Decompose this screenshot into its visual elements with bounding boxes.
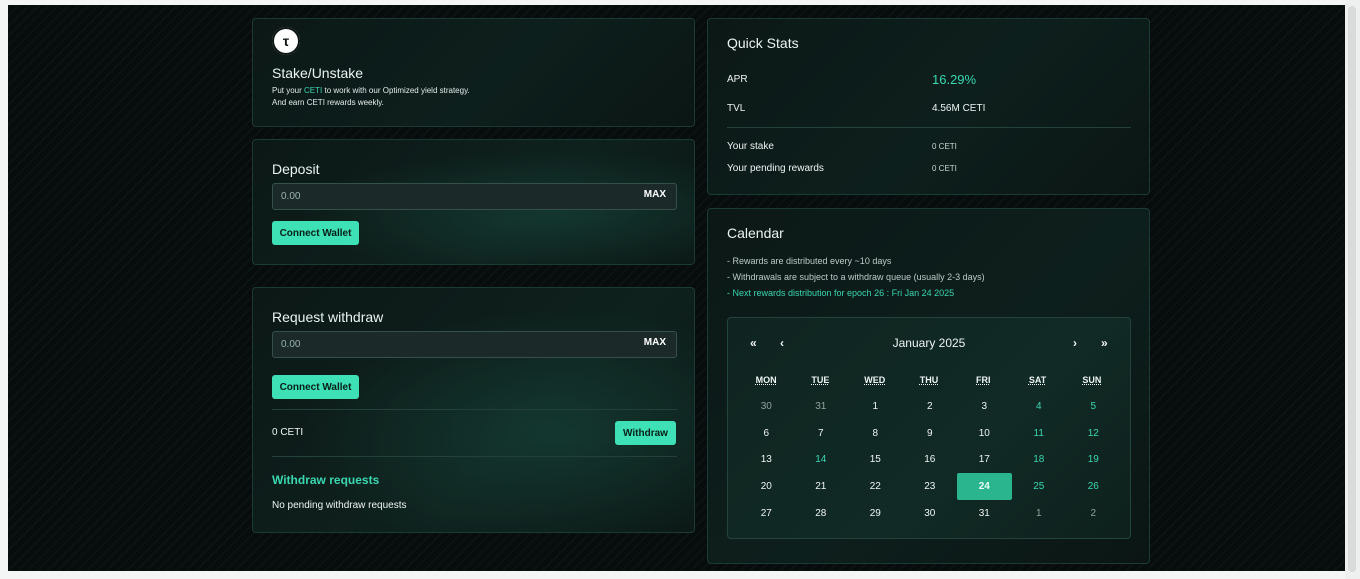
calendar-day[interactable]: 2 bbox=[1066, 500, 1121, 527]
pending-rewards-value: 0 CETI bbox=[932, 164, 957, 173]
weekday-label: THU bbox=[919, 375, 939, 385]
stake-description: Put your CETI to work with our Optimized… bbox=[272, 86, 470, 95]
weekday-label: TUE bbox=[811, 375, 830, 385]
deposit-amount-input[interactable]: 0.00 MAX bbox=[272, 183, 677, 210]
calendar-day[interactable]: 20 bbox=[739, 473, 794, 500]
tvl-label: TVL bbox=[727, 103, 746, 114]
calendar-day[interactable]: 23 bbox=[903, 473, 958, 500]
stake-description-2: And earn CETI rewards weekly. bbox=[272, 98, 384, 107]
deposit-title: Deposit bbox=[272, 161, 320, 177]
page-scrollbar[interactable] bbox=[1345, 0, 1360, 579]
calendar-day[interactable]: 12 bbox=[1066, 420, 1121, 447]
next-month-button[interactable]: › bbox=[1073, 336, 1077, 350]
calendar-day[interactable]: 22 bbox=[848, 473, 903, 500]
pending-rewards-label: Your pending rewards bbox=[727, 163, 824, 174]
calendar-info-3: - Next rewards distribution for epoch 26… bbox=[727, 288, 955, 298]
weekday-label: SUN bbox=[1082, 375, 1102, 385]
calendar-day[interactable]: 8 bbox=[848, 420, 903, 447]
withdraw-card: Request withdraw 0.00 MAX Connect Wallet… bbox=[252, 287, 695, 533]
calendar-day-selected[interactable]: 24 bbox=[957, 473, 1012, 501]
calendar-day[interactable]: 4 bbox=[1012, 393, 1067, 420]
calendar-day-grid: 30 31 1 2 3 4 5 6 7 8 9 10 11 12 13 14 15 16 17 18 19 20 21 22 2… bbox=[739, 393, 1121, 527]
withdraw-divider-1 bbox=[272, 409, 677, 410]
calendar-day[interactable]: 1 bbox=[1012, 500, 1067, 527]
calendar-day[interactable]: 7 bbox=[794, 420, 849, 447]
ceti-logo-icon: τ bbox=[272, 27, 300, 55]
withdraw-amount-input[interactable]: 0.00 MAX bbox=[272, 331, 677, 358]
calendar-day[interactable]: 16 bbox=[903, 447, 958, 474]
calendar-day[interactable]: 2 bbox=[903, 393, 958, 420]
quick-stats-title: Quick Stats bbox=[727, 35, 799, 51]
calendar-title: Calendar bbox=[727, 225, 784, 241]
calendar-info-1: - Rewards are distributed every ~10 days bbox=[727, 256, 892, 266]
calendar-day[interactable]: 13 bbox=[739, 447, 794, 474]
your-stake-value: 0 CETI bbox=[932, 142, 957, 151]
scrollbar-thumb[interactable] bbox=[1348, 6, 1356, 572]
calendar-day[interactable]: 17 bbox=[957, 447, 1012, 474]
next-year-button[interactable]: » bbox=[1101, 336, 1108, 350]
ceti-token-link[interactable]: CETI bbox=[304, 86, 322, 95]
quick-stats-card: Quick Stats APR 16.29% TVL 4.56M CETI Yo… bbox=[707, 18, 1150, 195]
withdraw-requests-empty: No pending withdraw requests bbox=[272, 500, 407, 511]
deposit-card: Deposit 0.00 MAX Connect Wallet bbox=[252, 139, 695, 265]
weekday-label: FRI bbox=[976, 375, 991, 385]
calendar-day[interactable]: 29 bbox=[848, 500, 903, 527]
withdraw-placeholder: 0.00 bbox=[281, 339, 301, 350]
deposit-placeholder: 0.00 bbox=[281, 191, 301, 202]
calendar-day[interactable]: 27 bbox=[739, 500, 794, 527]
calendar-day[interactable]: 5 bbox=[1066, 393, 1121, 420]
app-background: τ Stake/Unstake Put your CETI to work wi… bbox=[8, 5, 1345, 571]
calendar-info-2: - Withdrawals are subject to a withdraw … bbox=[727, 272, 985, 282]
withdraw-balance: 0 CETI bbox=[272, 427, 304, 438]
calendar-day[interactable]: 19 bbox=[1066, 447, 1121, 474]
calendar-day[interactable]: 28 bbox=[794, 500, 849, 527]
withdraw-requests-title: Withdraw requests bbox=[272, 473, 380, 487]
withdraw-max-button[interactable]: MAX bbox=[644, 337, 666, 348]
apr-value: 16.29% bbox=[932, 72, 977, 87]
withdraw-divider-2 bbox=[272, 456, 677, 457]
weekday-label: MON bbox=[755, 375, 777, 385]
calendar-day[interactable]: 30 bbox=[739, 393, 794, 420]
calendar-day[interactable]: 3 bbox=[957, 393, 1012, 420]
calendar-widget: « ‹ January 2025 › » MON TUE WED THU FRI… bbox=[727, 317, 1131, 539]
withdraw-connect-wallet-button[interactable]: Connect Wallet bbox=[272, 375, 359, 399]
calendar-month-label: January 2025 bbox=[892, 336, 966, 350]
calendar-day[interactable]: 26 bbox=[1066, 473, 1121, 500]
your-stake-label: Your stake bbox=[727, 141, 774, 152]
calendar-day[interactable]: 21 bbox=[794, 473, 849, 500]
apr-label: APR bbox=[727, 74, 748, 85]
stake-card: τ Stake/Unstake Put your CETI to work wi… bbox=[252, 18, 695, 127]
calendar-day[interactable]: 31 bbox=[794, 393, 849, 420]
deposit-connect-wallet-button[interactable]: Connect Wallet bbox=[272, 221, 359, 245]
calendar-day[interactable]: 14 bbox=[794, 447, 849, 474]
withdraw-title: Request withdraw bbox=[272, 309, 384, 325]
calendar-day[interactable]: 15 bbox=[848, 447, 903, 474]
calendar-day[interactable]: 31 bbox=[957, 500, 1012, 527]
calendar-day[interactable]: 18 bbox=[1012, 447, 1067, 474]
deposit-max-button[interactable]: MAX bbox=[644, 189, 666, 200]
stake-title: Stake/Unstake bbox=[272, 65, 364, 81]
calendar-day[interactable]: 10 bbox=[957, 420, 1012, 447]
calendar-day[interactable]: 1 bbox=[848, 393, 903, 420]
calendar-day[interactable]: 30 bbox=[903, 500, 958, 527]
withdraw-button[interactable]: Withdraw bbox=[615, 421, 676, 445]
calendar-card: Calendar - Rewards are distributed every… bbox=[707, 208, 1150, 564]
calendar-day[interactable]: 25 bbox=[1012, 473, 1067, 500]
weekday-label: SAT bbox=[1028, 375, 1047, 385]
weekday-label: WED bbox=[864, 375, 886, 385]
stats-divider bbox=[727, 127, 1131, 128]
tvl-value: 4.56M CETI bbox=[932, 103, 986, 114]
calendar-weekdays: MON TUE WED THU FRI SAT SUN bbox=[728, 375, 1130, 385]
calendar-day[interactable]: 11 bbox=[1012, 420, 1067, 447]
calendar-day[interactable]: 6 bbox=[739, 420, 794, 447]
calendar-day[interactable]: 9 bbox=[903, 420, 958, 447]
